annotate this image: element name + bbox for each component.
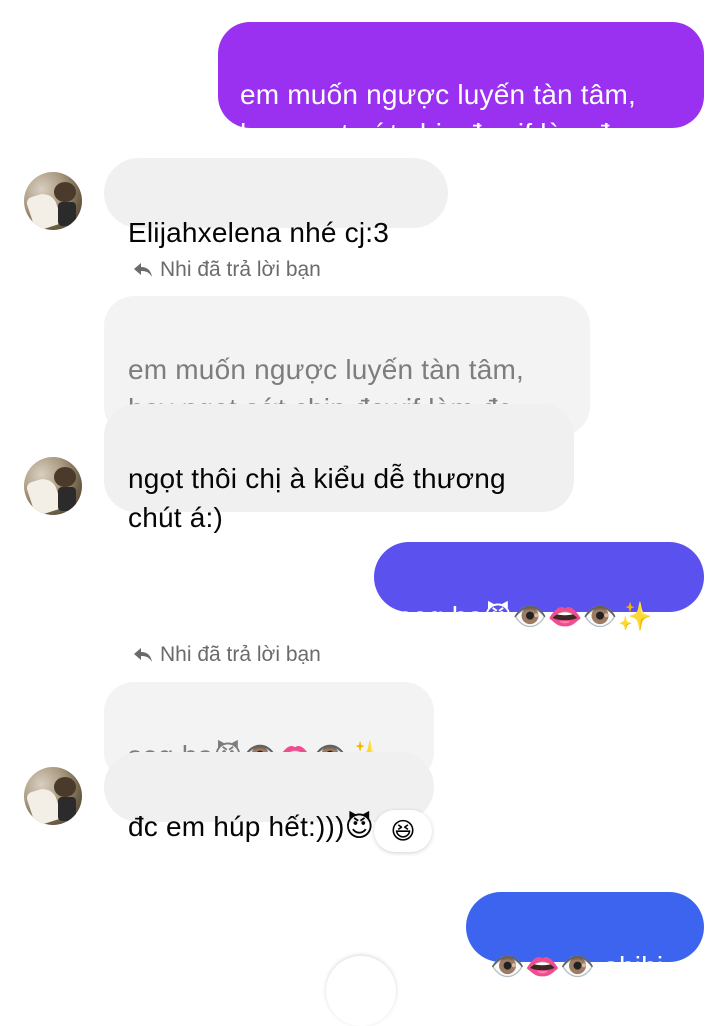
reaction-badge[interactable]: 😆 [374,810,432,852]
avatar[interactable] [24,172,82,230]
message-text: đc em húp hết:)))😈 [128,811,374,842]
message-text: em muốn ngược luyến tàn tâm, hay ngọt sớ… [240,79,637,149]
reply-label-text: Nhi đã trả lời bạn [160,258,321,281]
received-message-bubble[interactable]: ngọt thôi chị à kiểu dễ thương chút á:) [104,404,574,533]
reply-indicator: Nhi đã trả lời bạn [132,643,321,667]
sent-message-bubble[interactable]: em muốn ngược luyến tàn tâm, hay ngọt sớ… [218,22,704,149]
reply-arrow-icon [134,648,152,662]
message-text: Elijahxelena nhé cj:3 [128,217,390,248]
reply-label-text: Nhi đã trả lời bạn [160,643,321,666]
message-text: ngọt thôi chị à kiểu dễ thương chút á:) [128,463,506,533]
reply-indicator: Nhi đã trả lời bạn [132,258,321,282]
laughing-emoji-icon: 😆 [390,817,416,845]
received-message-bubble[interactable]: Elijahxelena nhé cj:3 [104,158,448,248]
sent-message-bubble[interactable]: seg ha😈👁️👄👁️✨ [374,542,704,632]
avatar[interactable] [24,767,82,825]
avatar[interactable] [24,457,82,515]
sent-message-bubble[interactable]: 👁️👄👁️ ahihi [466,892,704,982]
message-text: seg ha😈👁️👄👁️✨ [398,601,653,632]
reply-arrow-icon [134,263,152,277]
